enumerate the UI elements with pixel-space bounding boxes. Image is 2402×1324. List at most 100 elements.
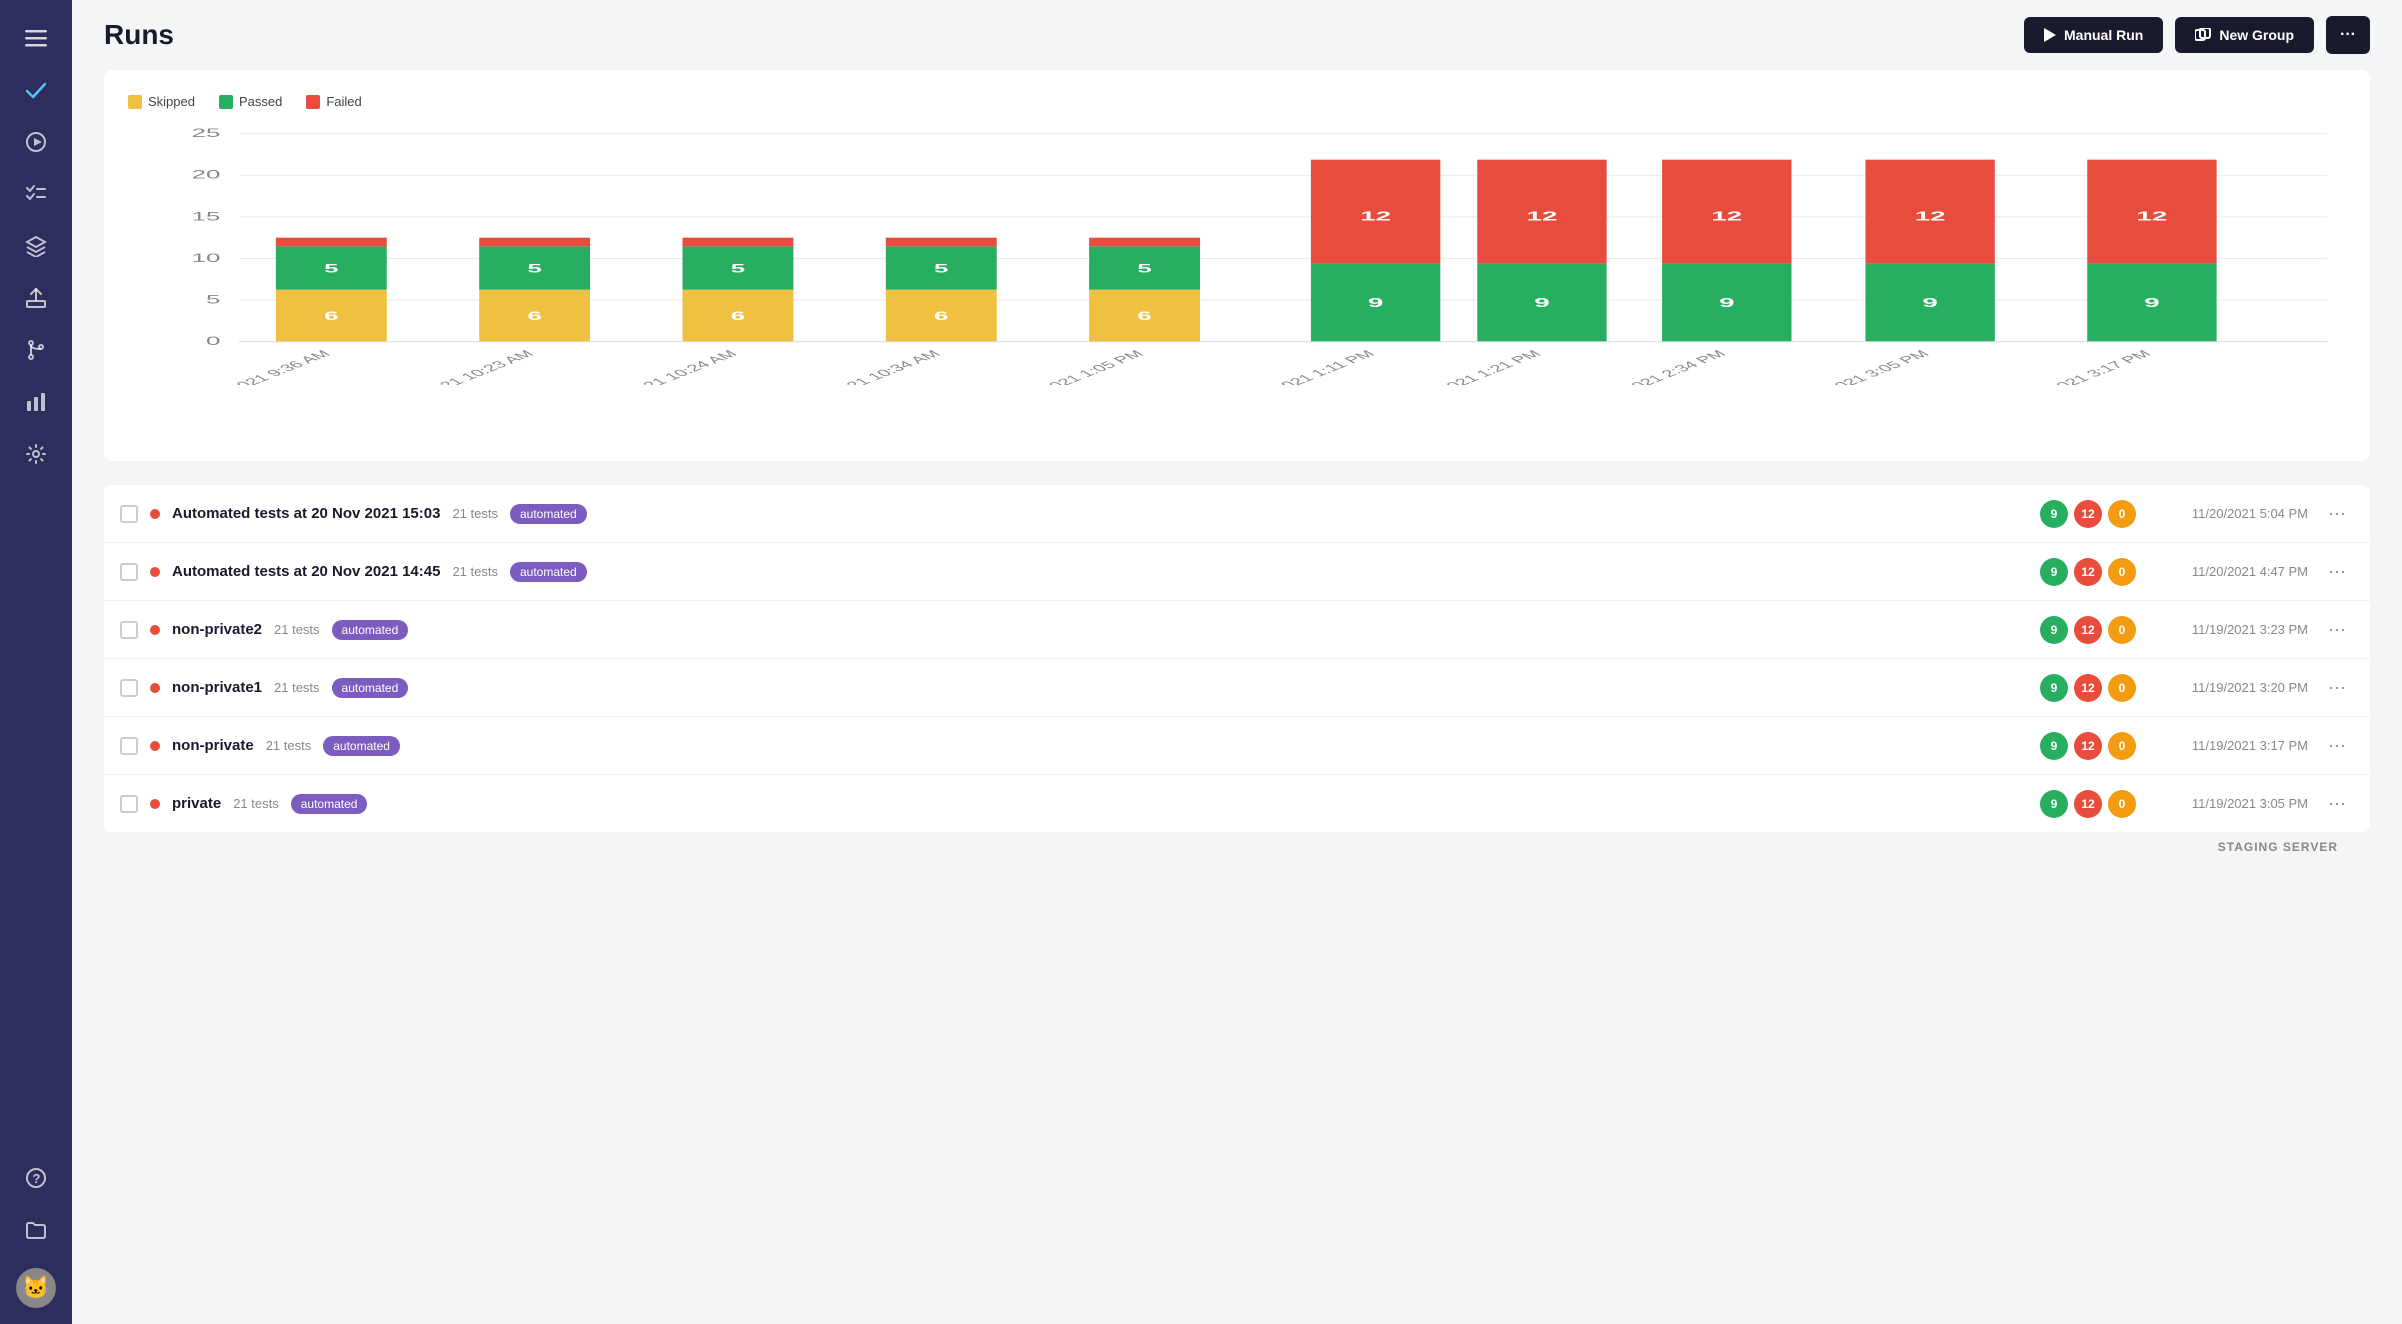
table-row: Automated tests at 20 Nov 2021 15:03 21 … [104, 485, 2370, 543]
more-options-button[interactable]: ··· [2326, 16, 2370, 54]
run-menu-button[interactable]: ··· [2320, 615, 2354, 644]
bar-failed [886, 238, 997, 247]
svg-text:20: 20 [192, 169, 221, 182]
skipped-badge: 0 [2108, 500, 2136, 528]
run-menu-button[interactable]: ··· [2320, 557, 2354, 586]
svg-text:12: 12 [1711, 208, 1742, 223]
run-tag: automated [323, 736, 400, 756]
question-icon[interactable]: ? [14, 1156, 58, 1200]
table-row: non-private 21 tests automated 9 12 0 11… [104, 717, 2370, 775]
run-tag: automated [332, 620, 409, 640]
run-menu-button[interactable]: ··· [2320, 789, 2354, 818]
svg-text:11/19/2021 1:11 PM: 11/19/2021 1:11 PM [1227, 349, 1379, 385]
passed-color-dot [219, 95, 233, 109]
list-check-icon[interactable] [14, 172, 58, 216]
failed-badge: 12 [2074, 674, 2102, 702]
skipped-badge: 0 [2108, 616, 2136, 644]
skipped-badge: 0 [2108, 558, 2136, 586]
chart-legend: Skipped Passed Failed [128, 94, 2346, 109]
svg-text:11/19/2021 1:05 PM: 11/19/2021 1:05 PM [995, 349, 1148, 385]
new-group-label: New Group [2219, 27, 2294, 43]
svg-text:15: 15 [192, 210, 221, 223]
svg-text:6: 6 [324, 310, 338, 323]
run-menu-button[interactable]: ··· [2320, 499, 2354, 528]
check-icon[interactable] [14, 68, 58, 112]
svg-text:6: 6 [934, 310, 948, 323]
svg-text:25: 25 [192, 127, 221, 140]
legend-skipped: Skipped [128, 94, 195, 109]
svg-text:5: 5 [731, 262, 745, 275]
run-name: private [172, 795, 221, 812]
run-tests-count: 21 tests [266, 738, 312, 753]
run-name: non-private1 [172, 679, 262, 696]
manual-run-label: Manual Run [2064, 27, 2143, 43]
run-status-dot [150, 799, 160, 809]
export-icon[interactable] [14, 276, 58, 320]
run-checkbox[interactable] [120, 795, 138, 813]
manual-run-button[interactable]: Manual Run [2024, 17, 2163, 53]
layers-icon[interactable] [14, 224, 58, 268]
run-checkbox[interactable] [120, 621, 138, 639]
run-tests-count: 21 tests [452, 506, 498, 521]
legend-failed-label: Failed [326, 94, 361, 109]
run-tests-count: 21 tests [274, 680, 320, 695]
run-menu-button[interactable]: ··· [2320, 673, 2354, 702]
svg-text:9: 9 [1922, 295, 1937, 310]
bar-failed [276, 238, 387, 247]
run-checkbox[interactable] [120, 563, 138, 581]
run-badges: 9 12 0 [2040, 500, 2136, 528]
svg-text:9: 9 [2144, 295, 2159, 310]
passed-badge: 9 [2040, 674, 2068, 702]
svg-text:5: 5 [324, 262, 338, 275]
run-badges: 9 12 0 [2040, 790, 2136, 818]
run-checkbox[interactable] [120, 505, 138, 523]
staging-footer: STAGING SERVER [104, 832, 2370, 862]
failed-color-dot [306, 95, 320, 109]
run-checkbox[interactable] [120, 737, 138, 755]
skipped-badge: 0 [2108, 790, 2136, 818]
play-circle-icon[interactable] [14, 120, 58, 164]
passed-badge: 9 [2040, 500, 2068, 528]
legend-failed: Failed [306, 94, 361, 109]
run-badges: 9 12 0 [2040, 674, 2136, 702]
chart-bar-icon[interactable] [14, 380, 58, 424]
failed-badge: 12 [2074, 500, 2102, 528]
run-name: non-private2 [172, 621, 262, 638]
run-tests-count: 21 tests [274, 622, 320, 637]
folder-icon[interactable] [14, 1208, 58, 1252]
passed-badge: 9 [2040, 790, 2068, 818]
hamburger-menu-icon[interactable] [14, 16, 58, 60]
svg-text:5: 5 [934, 262, 948, 275]
run-tag: automated [510, 504, 587, 524]
failed-badge: 12 [2074, 616, 2102, 644]
legend-passed-label: Passed [239, 94, 282, 109]
skipped-badge: 0 [2108, 674, 2136, 702]
new-group-button[interactable]: New Group [2175, 17, 2314, 53]
svg-text:11/19/2021 9:36 AM: 11/19/2021 9:36 AM [183, 349, 335, 385]
chart-svg: 25 20 15 10 5 0 6 5 6 [128, 125, 2346, 385]
bar-failed [479, 238, 590, 247]
run-badges: 9 12 0 [2040, 558, 2136, 586]
git-branch-icon[interactable] [14, 328, 58, 372]
run-date: 11/19/2021 3:17 PM [2148, 738, 2308, 753]
run-badges: 9 12 0 [2040, 732, 2136, 760]
settings-icon[interactable] [14, 432, 58, 476]
skipped-color-dot [128, 95, 142, 109]
svg-text:11/19/2021 2:34 PM: 11/19/2021 2:34 PM [1577, 349, 1730, 385]
run-checkbox[interactable] [120, 679, 138, 697]
run-status-dot [150, 509, 160, 519]
run-menu-button[interactable]: ··· [2320, 731, 2354, 760]
svg-text:?: ? [33, 1171, 41, 1186]
svg-text:5: 5 [1137, 262, 1151, 275]
table-row: Automated tests at 20 Nov 2021 14:45 21 … [104, 543, 2370, 601]
failed-badge: 12 [2074, 790, 2102, 818]
content-area: Skipped Passed Failed [72, 70, 2402, 1324]
svg-text:11/19/2021 10:34 AM: 11/19/2021 10:34 AM [784, 349, 945, 385]
avatar[interactable]: 🐱 [16, 1268, 56, 1308]
svg-text:12: 12 [1360, 208, 1391, 223]
svg-text:11/19/2021 3:05 PM: 11/19/2021 3:05 PM [1780, 349, 1933, 385]
group-icon [2195, 28, 2211, 42]
svg-text:11/19/2021 10:23 AM: 11/19/2021 10:23 AM [377, 349, 538, 385]
svg-text:10: 10 [192, 252, 221, 265]
bar-failed [683, 238, 794, 247]
